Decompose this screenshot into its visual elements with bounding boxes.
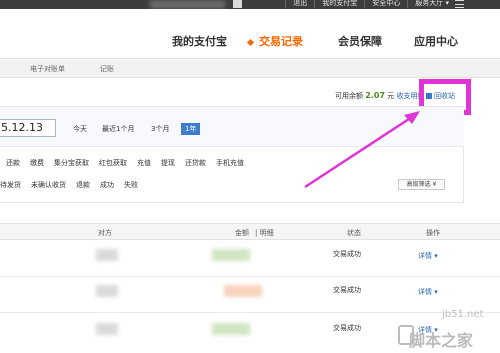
nav-my-alipay[interactable]: 我的支付宝 — [172, 33, 227, 49]
menu-icon[interactable] — [455, 0, 464, 8]
type-mobile-recharge[interactable]: 手机充值 — [216, 158, 244, 168]
nav-member-protection[interactable]: 会员保障 — [338, 33, 382, 49]
col-counterparty: 对方 — [98, 229, 112, 237]
type-points[interactable]: 集分宝获取 — [54, 158, 89, 168]
balance-line: 可用余额 2.07 元 收支明细 — [335, 91, 424, 101]
sub-nav: 电子对账单 记账 — [0, 60, 500, 78]
table-row[interactable]: 交易成功 详情 ▾ — [0, 277, 500, 313]
type-loan-repay[interactable]: 还贷款 — [185, 158, 206, 168]
status-filter-row: 待发货 未确认收货 退款 成功 失败 — [0, 180, 148, 190]
blurred-username — [150, 0, 225, 9]
security-center-link[interactable]: 安全中心 — [364, 0, 407, 8]
type-recharge[interactable]: 充值 — [137, 158, 151, 168]
range-1-month[interactable]: 最近1个月 — [102, 124, 134, 134]
col-status: 状态 — [347, 229, 361, 237]
row-detail-link[interactable]: 详情 ▾ — [418, 287, 438, 297]
top-bar: 退出 我的支付宝 安全中心 服务大厅 ▾ — [0, 0, 500, 9]
my-alipay-link[interactable]: 我的支付宝 — [314, 0, 364, 8]
blurred-amount — [212, 323, 250, 335]
balance-amount: 2.07 — [365, 91, 385, 100]
watermark-name: 脚本之家 — [409, 331, 474, 350]
balance-unit: 元 — [387, 92, 395, 100]
balance-label: 可用余额 — [335, 92, 363, 100]
type-red-packet[interactable]: 红包获取 — [99, 158, 127, 168]
subnav-bookkeeping[interactable]: 记账 — [100, 64, 114, 74]
type-filter-row: 还款 缴费 集分宝获取 红包获取 充值 提现 还贷款 手机充值 — [6, 158, 254, 168]
row-status: 交易成功 — [333, 250, 361, 258]
status-unconfirmed[interactable]: 未确认收货 — [31, 180, 66, 190]
advanced-filter-button[interactable]: 高级筛选 ¥ — [398, 179, 445, 190]
active-marker-icon — [246, 38, 255, 46]
subnav-statement[interactable]: 电子对账单 — [30, 64, 65, 74]
lock-icon[interactable] — [233, 0, 242, 8]
blurred-counterparty — [96, 285, 118, 297]
blurred-counterparty — [96, 249, 118, 261]
nav-transaction-records[interactable]: 交易记录 — [246, 33, 303, 49]
range-today[interactable]: 今天 — [73, 124, 87, 134]
type-withdraw[interactable]: 提现 — [161, 158, 175, 168]
status-success[interactable]: 成功 — [100, 180, 114, 190]
nav-app-center[interactable]: 应用中心 — [414, 33, 458, 49]
table-header: 对方 金额 | 明细 状态 操作 — [0, 223, 500, 240]
blurred-amount — [224, 285, 262, 297]
type-repay[interactable]: 还款 — [6, 158, 20, 168]
nav-transaction-records-label: 交易记录 — [259, 35, 303, 48]
logout-link[interactable]: 退出 — [285, 0, 314, 8]
top-links: 退出 我的支付宝 安全中心 服务大厅 ▾ — [285, 0, 456, 8]
watermark-site: jb51.net — [442, 309, 484, 320]
col-action: 操作 — [426, 229, 440, 237]
main-nav: 我的支付宝 交易记录 会员保障 应用中心 — [0, 9, 500, 59]
row-status: 交易成功 — [333, 286, 361, 294]
range-3-months[interactable]: 3个月 — [151, 124, 169, 134]
blurred-amount — [212, 249, 250, 261]
filter-panel: 5.12.13 今天 最近1个月 3个月 1年 还款 缴费 集分宝获取 红包获取… — [0, 106, 464, 203]
blurred-counterparty — [96, 323, 118, 335]
status-failed[interactable]: 失败 — [124, 180, 138, 190]
date-range-bar: 5.12.13 今天 最近1个月 3个月 1年 — [0, 107, 464, 147]
col-amount: 金额 — [235, 229, 249, 237]
status-refund[interactable]: 退款 — [76, 180, 90, 190]
date-input[interactable]: 5.12.13 — [0, 119, 56, 137]
row-status: 交易成功 — [333, 324, 361, 332]
row-detail-link[interactable]: 详情 ▾ — [418, 251, 438, 261]
status-pending-ship[interactable]: 待发货 — [0, 180, 21, 190]
service-hall-link[interactable]: 服务大厅 ▾ — [407, 0, 456, 8]
type-payment[interactable]: 缴费 — [30, 158, 44, 168]
col-detail: | 明细 — [255, 229, 274, 237]
range-1-year[interactable]: 1年 — [181, 123, 201, 135]
table-row[interactable]: 交易成功 详情 ▾ — [0, 241, 500, 277]
